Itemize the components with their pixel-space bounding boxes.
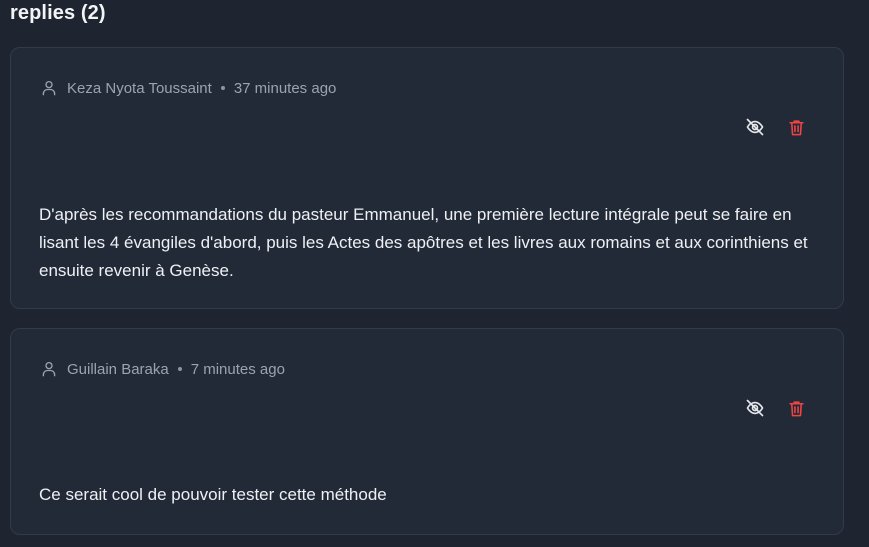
trash-icon bbox=[788, 400, 804, 416]
eye-off-icon bbox=[746, 118, 764, 136]
reply-meta: Keza Nyota Toussaint 37 minutes ago bbox=[40, 79, 336, 97]
replies-heading: replies (2) bbox=[10, 2, 106, 24]
reply-body: Ce serait cool de pouvoir tester cette m… bbox=[39, 485, 387, 504]
user-icon bbox=[40, 360, 58, 378]
reply-card: Guillain Baraka 7 minutes ago Ce serait … bbox=[10, 328, 844, 535]
reply-meta: Guillain Baraka 7 minutes ago bbox=[40, 360, 285, 378]
reply-card: Keza Nyota Toussaint 37 minutes ago D'ap… bbox=[10, 47, 844, 309]
hide-reply-button[interactable] bbox=[744, 116, 766, 138]
separator-dot bbox=[220, 86, 225, 90]
reply-actions bbox=[744, 116, 807, 138]
delete-reply-button[interactable] bbox=[785, 116, 807, 138]
eye-off-icon bbox=[746, 399, 764, 417]
reply-timestamp: 37 minutes ago bbox=[233, 79, 337, 97]
reply-actions bbox=[744, 397, 807, 419]
delete-reply-button[interactable] bbox=[785, 397, 807, 419]
reply-author: Keza Nyota Toussaint bbox=[67, 79, 212, 97]
reply-author: Guillain Baraka bbox=[67, 360, 169, 378]
hide-reply-button[interactable] bbox=[744, 397, 766, 419]
separator-dot bbox=[177, 367, 182, 371]
reply-timestamp: 7 minutes ago bbox=[190, 360, 285, 378]
user-icon bbox=[40, 79, 58, 97]
reply-body: D'après les recommandations du pasteur E… bbox=[39, 205, 808, 280]
trash-icon bbox=[788, 119, 804, 135]
replies-panel: replies (2) Keza Nyota Toussaint 37 minu… bbox=[0, 0, 869, 547]
